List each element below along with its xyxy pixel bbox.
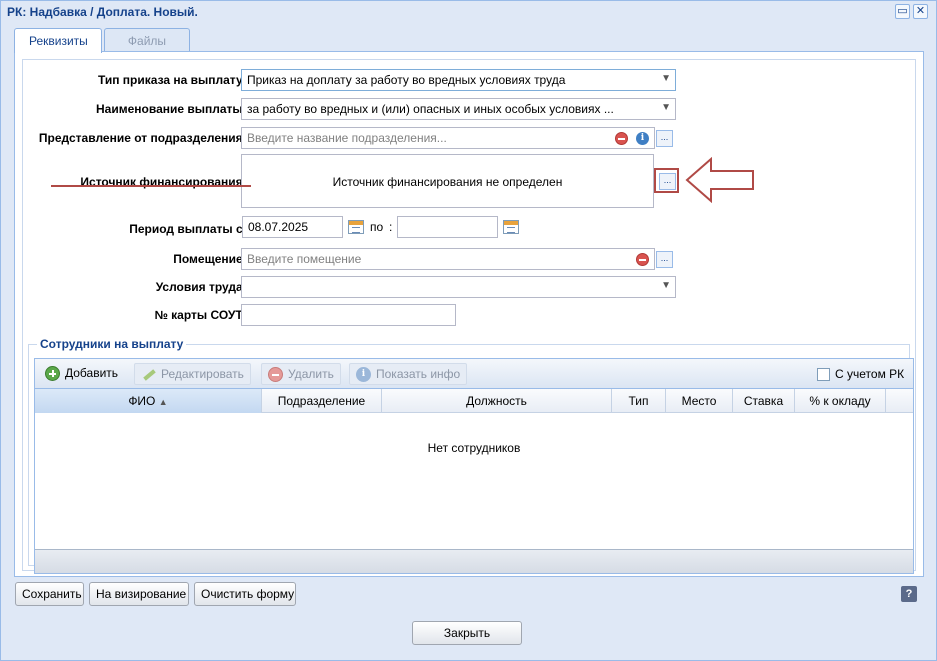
clear-room-icon[interactable] (636, 253, 649, 266)
department-input[interactable]: Введите название подразделения... (241, 127, 655, 149)
clear-department-icon[interactable] (615, 132, 628, 145)
edit-employee-button[interactable]: Редактировать (134, 363, 251, 385)
pencil-icon (141, 367, 156, 382)
add-employee-button[interactable]: Добавить (39, 363, 124, 385)
employees-grid: Добавить Редактировать Удалить i Показат… (34, 358, 914, 574)
room-label: Помещение : (173, 252, 250, 266)
chevron-down-icon[interactable]: ▼ (661, 280, 671, 291)
column-rate[interactable]: Ставка (733, 389, 795, 413)
arrow-left-icon (685, 157, 754, 203)
chevron-down-icon[interactable]: ▼ (661, 73, 671, 84)
form-body: Тип приказа на выплату : Приказ на допла… (22, 59, 916, 574)
column-percent[interactable]: % к окладу (795, 389, 886, 413)
rk-checkbox[interactable] (817, 368, 830, 381)
room-select-button[interactable]: ... (656, 251, 673, 268)
period-label: Период выплаты с : (129, 222, 250, 236)
empty-grid-text: Нет сотрудников (427, 441, 521, 455)
period-to-input[interactable] (397, 216, 498, 238)
work-conditions-label: Условия труда : (155, 280, 250, 294)
grid-toolbar: Добавить Редактировать Удалить i Показат… (35, 359, 913, 389)
tab-requisites[interactable]: Реквизиты (14, 28, 102, 53)
show-info-button[interactable]: i Показать инфо (349, 363, 468, 385)
order-type-label: Тип приказа на выплату : (97, 73, 250, 87)
sout-card-input[interactable] (241, 304, 456, 326)
maximize-icon[interactable]: ▭ (895, 4, 910, 19)
calendar-icon[interactable] (503, 220, 519, 234)
window-title: РК: Надбавка / Доплата. Новый. (7, 5, 198, 19)
room-input[interactable]: Введите помещение (241, 248, 655, 270)
save-button[interactable]: Сохранить (15, 582, 84, 606)
calendar-icon[interactable] (348, 220, 364, 234)
add-icon (45, 366, 60, 381)
column-type[interactable]: Тип (612, 389, 666, 413)
grid-footer (35, 549, 913, 573)
grid-header: ФИО ▲ Подразделение Должность Тип Место … (35, 389, 913, 413)
chevron-down-icon[interactable]: ▼ (661, 102, 671, 113)
annotation-highlight-box (654, 168, 679, 193)
help-icon[interactable]: ? (901, 586, 917, 602)
employees-legend: Сотрудники на выплату (37, 337, 187, 351)
column-place[interactable]: Место (666, 389, 733, 413)
period-from-input[interactable]: 08.07.2025 (242, 216, 343, 238)
info-icon: i (356, 367, 371, 382)
sort-asc-icon: ▲ (158, 397, 168, 407)
annotation-underline (51, 185, 251, 187)
column-fio[interactable]: ФИО ▲ (35, 389, 262, 413)
payment-name-select[interactable]: за работу во вредных и (или) опасных и и… (241, 98, 676, 120)
department-label: Представление от подразделения : (38, 131, 250, 145)
clear-form-button[interactable]: Очистить форму (194, 582, 296, 606)
department-select-button[interactable]: ... (656, 130, 673, 147)
column-department[interactable]: Подразделение (262, 389, 382, 413)
info-icon[interactable]: i (636, 132, 649, 145)
employees-fieldset: Сотрудники на выплату Добавить Редактиро… (28, 337, 914, 574)
rk-checkbox-label[interactable]: С учетом РК (835, 367, 904, 381)
dialog-window: РК: Надбавка / Доплата. Новый. ▭ ✕ Рекви… (0, 0, 937, 661)
order-type-select[interactable]: Приказ на доплату за работу во вредных у… (241, 69, 676, 91)
work-conditions-select[interactable]: ▼ (241, 276, 676, 298)
delete-employee-button[interactable]: Удалить (261, 363, 341, 385)
period-to-colon: : (389, 220, 393, 234)
payment-name-label: Наименование выплаты : (96, 102, 250, 116)
remove-icon (268, 367, 283, 382)
send-for-approval-button[interactable]: На визирование (89, 582, 189, 606)
sout-card-label: № карты СОУТ : (154, 308, 250, 322)
column-position[interactable]: Должность (382, 389, 612, 413)
funding-display: Источник финансирования не определен (241, 154, 654, 208)
period-to-label: по (370, 220, 384, 234)
form-panel: Тип приказа на выплату : Приказ на допла… (14, 51, 924, 577)
tab-files[interactable]: Файлы (104, 28, 190, 52)
close-icon[interactable]: ✕ (913, 4, 928, 19)
close-button[interactable]: Закрыть (412, 621, 522, 645)
